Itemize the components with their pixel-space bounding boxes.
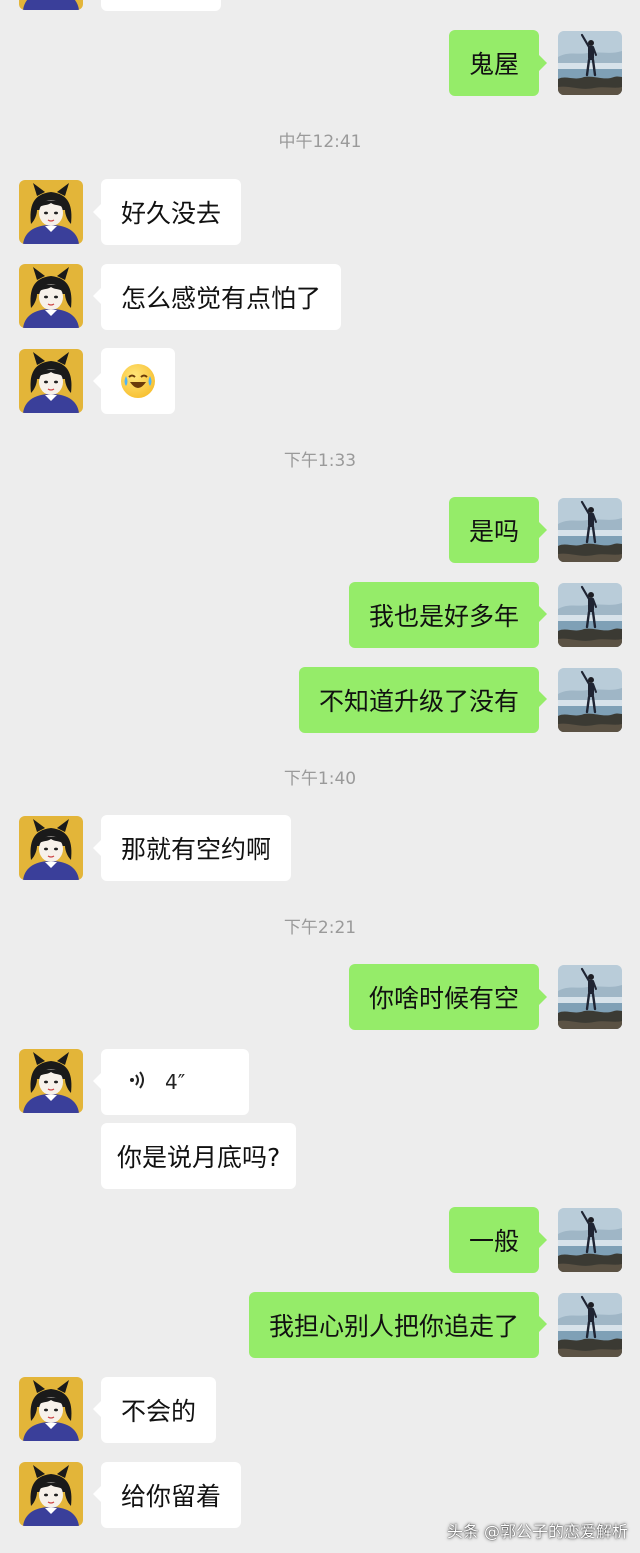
bubble-tail (93, 288, 101, 304)
message-text: 好久没去 (121, 199, 222, 228)
message-text: 给你留着 (121, 1482, 222, 1511)
message-bubble-incoming[interactable] (101, 348, 175, 414)
message-text: 我也是好多年 (368, 602, 519, 631)
contact-avatar[interactable] (19, 1049, 83, 1113)
contact-avatar[interactable] (19, 180, 83, 244)
message-bubble-outgoing[interactable]: 是吗 (448, 497, 539, 563)
message-text: 那就有空约啊 (121, 835, 272, 864)
self-avatar[interactable] (558, 1293, 622, 1357)
contact-avatar[interactable] (19, 816, 83, 880)
bubble-tail (539, 55, 547, 71)
voice-duration: 4″ (165, 1070, 186, 1094)
message-bubble-outgoing[interactable]: 一般 (448, 1207, 539, 1273)
contact-avatar[interactable] (19, 0, 83, 10)
timestamp: 下午2:21 (283, 918, 357, 938)
self-avatar[interactable] (558, 31, 622, 95)
timestamp: 中午12:41 (278, 132, 362, 152)
message-bubble-incoming[interactable]: 给你留着 (101, 1462, 242, 1528)
message-text: 鬼屋 (468, 50, 519, 79)
message-bubble-outgoing[interactable]: 我也是好多年 (348, 582, 539, 648)
crying-laughing-emoji-icon (121, 364, 155, 398)
message-bubble-outgoing[interactable]: 鬼屋 (448, 30, 539, 96)
message-bubble-incoming[interactable]: 那就有空约啊 (101, 815, 292, 881)
contact-avatar[interactable] (19, 349, 83, 413)
message-text: 不知道升级了没有 (318, 687, 519, 716)
self-avatar[interactable] (558, 583, 622, 647)
message-text: 不会的 (121, 1397, 197, 1426)
message-text: 我担心别人把你追走了 (268, 1312, 519, 1341)
bubble-tail (539, 989, 547, 1005)
self-avatar[interactable] (558, 1208, 622, 1272)
self-avatar[interactable] (558, 965, 622, 1029)
message-text: 是吗 (468, 517, 519, 546)
bubble-tail (539, 1232, 547, 1248)
message-bubble-outgoing[interactable]: 我担心别人把你追走了 (248, 1292, 539, 1358)
chat-window[interactable]: 鬼屋 中午12:41 好久没去 怎么感觉有点怕了 下午1:33 是吗 我也是好多… (0, 0, 640, 1553)
self-avatar[interactable] (558, 498, 622, 562)
contact-avatar[interactable] (19, 1462, 83, 1526)
voice-message-bubble[interactable]: 4″ (101, 1049, 249, 1115)
bubble-tail (539, 1316, 547, 1332)
contact-avatar[interactable] (19, 264, 83, 328)
contact-avatar[interactable] (19, 1377, 83, 1441)
bubble-tail (93, 1401, 101, 1417)
message-text: 一般 (468, 1227, 519, 1256)
self-avatar[interactable] (558, 668, 622, 732)
watermark: 头条 @郭公子的恋爱解析 (446, 1522, 628, 1541)
message-bubble-outgoing[interactable]: 你啥时候有空 (348, 964, 539, 1030)
bubble-tail (93, 840, 101, 856)
bubble-tail (93, 1486, 101, 1502)
message-bubble-incoming[interactable]: 你是说月底吗? (101, 1123, 297, 1189)
bubble-tail (539, 522, 547, 538)
voice-wave-icon (129, 1070, 147, 1095)
bubble-tail (93, 204, 101, 220)
bubble-tail (93, 373, 101, 389)
message-bubble-incoming[interactable] (101, 0, 221, 11)
message-text: 你是说月底吗? (117, 1143, 281, 1172)
message-bubble-incoming[interactable]: 好久没去 (101, 179, 242, 245)
bubble-tail (93, 1073, 101, 1089)
message-text: 你啥时候有空 (368, 984, 519, 1013)
message-bubble-incoming[interactable]: 怎么感觉有点怕了 (101, 264, 342, 330)
timestamp: 下午1:33 (283, 451, 357, 471)
message-bubble-outgoing[interactable]: 不知道升级了没有 (298, 667, 539, 733)
message-text: 怎么感觉有点怕了 (121, 284, 322, 313)
bubble-tail (539, 606, 547, 622)
message-bubble-incoming[interactable]: 不会的 (101, 1377, 217, 1443)
bubble-tail (539, 691, 547, 707)
timestamp: 下午1:40 (283, 769, 357, 789)
